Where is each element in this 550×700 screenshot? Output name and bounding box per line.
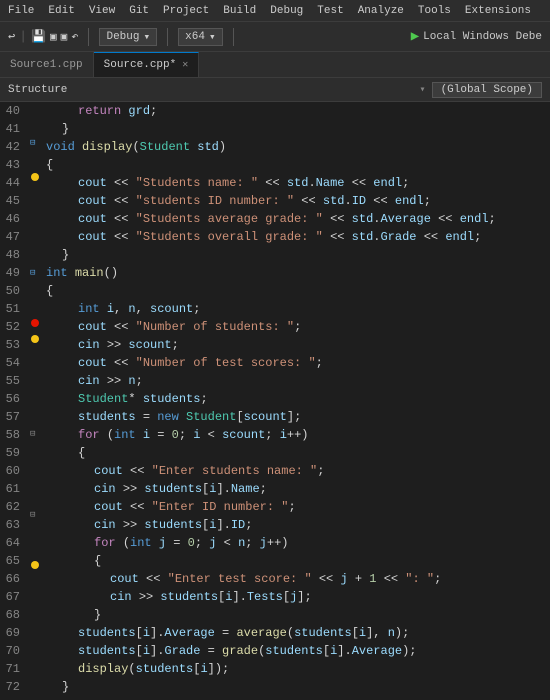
code-line-43: {: [46, 156, 550, 174]
run-section: ▶ Local Windows Debe: [411, 28, 542, 45]
toolbar: ↩ | 💾 ▣ ▣ ↶ Debug ▾ x64 ▾ ▶ Local Window…: [0, 22, 550, 52]
line-numbers: 40 41 42 43 44 45 46 47 48 49 50 51 52 5…: [0, 102, 28, 700]
code-line-46: cout << "Students average grade: " << st…: [46, 210, 550, 228]
code-line-48: }: [46, 246, 550, 264]
code-line-57: Student* students;: [46, 390, 550, 408]
tab-source1[interactable]: Source1.cpp: [0, 52, 94, 77]
code-line-55: cout << "Number of test scores: ";: [46, 354, 550, 372]
separator1: |: [19, 29, 27, 44]
menu-extensions[interactable]: Extensions: [465, 5, 531, 17]
tab-source-active[interactable]: Source.cpp* ✕: [94, 52, 200, 77]
menu-tools[interactable]: Tools: [418, 5, 451, 17]
code-line-52: int i, n, scount;: [46, 300, 550, 318]
code-line-71: students[i].Average = average(students[i…: [46, 624, 550, 642]
local-debug-label: Local Windows Debe: [423, 31, 542, 43]
arch-label: x64: [185, 31, 205, 43]
toolbar-icons: ↩ | 💾 ▣ ▣ ↶: [8, 29, 78, 44]
code-line-62: cout << "Enter students name: ";: [46, 462, 550, 480]
debug-dropdown[interactable]: Debug ▾: [99, 28, 157, 46]
menu-view[interactable]: View: [89, 5, 115, 17]
code-line-40: return grd;: [46, 102, 550, 120]
arch-arrow-icon: ▾: [209, 30, 216, 44]
code-line-53: cout << "Number of students: ";: [46, 318, 550, 336]
code-line-56: cin >> n;: [46, 372, 550, 390]
toolbar-separator2: [167, 28, 168, 46]
dropdown-arrow2-icon: ▾: [420, 84, 426, 96]
code-line-72: students[i].Grade = grade(students[i].Av…: [46, 642, 550, 660]
dropdown-arrow-icon: ▾: [144, 30, 151, 44]
code-line-69: cin >> students[i].Tests[j];: [46, 588, 550, 606]
menu-edit[interactable]: Edit: [48, 5, 74, 17]
toolbar-separator: [88, 28, 89, 46]
menu-project[interactable]: Project: [163, 5, 209, 17]
code-line-44: cout << "Students name: " << std.Name <<…: [46, 174, 550, 192]
gutter: ⊟ ⊟ ⊟ ⊟: [28, 102, 42, 700]
code-line-51: {: [46, 282, 550, 300]
tab-bar: Source1.cpp Source.cpp* ✕: [0, 52, 550, 78]
code-line-66: for (int j = 0; j < n; j++): [46, 534, 550, 552]
menu-debug[interactable]: Debug: [270, 5, 303, 17]
arch-dropdown[interactable]: x64 ▾: [178, 28, 222, 46]
code-line-75: return 0;: [46, 696, 550, 700]
debug-label: Debug: [106, 31, 139, 43]
code-line-70: }: [46, 606, 550, 624]
code-line-42: void display(Student std): [46, 138, 550, 156]
code-line-54: cin >> scount;: [46, 336, 550, 354]
window2-icon[interactable]: ▣: [61, 30, 68, 44]
code-line-58: students = new Student[scount];: [46, 408, 550, 426]
menu-build[interactable]: Build: [223, 5, 256, 17]
code-line-64: cout << "Enter ID number: ";: [46, 498, 550, 516]
undo2-icon[interactable]: ↶: [71, 29, 78, 44]
code-line-63: cin >> students[i].Name;: [46, 480, 550, 498]
code-line-60: {: [46, 444, 550, 462]
code-line-59: for (int i = 0; i < scount; i++): [46, 426, 550, 444]
window-icon[interactable]: ▣: [50, 30, 57, 44]
global-scope-label: (Global Scope): [432, 82, 542, 98]
menu-analyze[interactable]: Analyze: [358, 5, 404, 17]
structure-bar: Structure ▾ (Global Scope): [0, 78, 550, 102]
menu-bar: File Edit View Git Project Build Debug T…: [0, 0, 550, 22]
code-line-74: }: [46, 678, 550, 696]
undo-icon[interactable]: ↩: [8, 29, 15, 44]
menu-git[interactable]: Git: [129, 5, 149, 17]
code-line-45: cout << "students ID number: " << std.ID…: [46, 192, 550, 210]
tab-close-icon[interactable]: ✕: [182, 59, 188, 71]
save-icon[interactable]: 💾: [31, 29, 46, 44]
code-editor: 40 41 42 43 44 45 46 47 48 49 50 51 52 5…: [0, 102, 550, 700]
tab-source1-label: Source1.cpp: [10, 59, 83, 71]
code-line-68: cout << "Enter test score: " << j + 1 <<…: [46, 570, 550, 588]
structure-label: Structure: [8, 84, 67, 96]
tab-source-label: Source.cpp*: [104, 59, 177, 71]
menu-test[interactable]: Test: [317, 5, 343, 17]
run-button[interactable]: ▶: [411, 28, 419, 45]
code-line-65: cin >> students[i].ID;: [46, 516, 550, 534]
code-content[interactable]: return grd; } void display(Student std) …: [42, 102, 550, 700]
code-line-41: }: [46, 120, 550, 138]
menu-file[interactable]: File: [8, 5, 34, 17]
code-line-47: cout << "Students overall grade: " << st…: [46, 228, 550, 246]
code-line-73: display(students[i]);: [46, 660, 550, 678]
code-line-67: {: [46, 552, 550, 570]
toolbar-separator3: [233, 28, 234, 46]
code-line-50: int main(): [46, 264, 550, 282]
